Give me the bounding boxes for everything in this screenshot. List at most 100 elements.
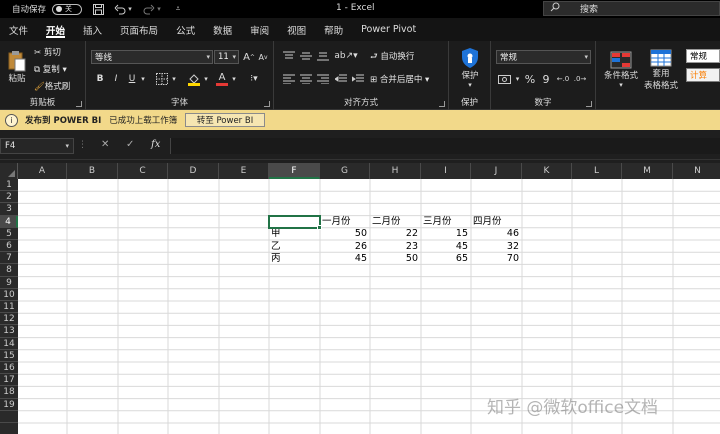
column-header-k[interactable]: K [522,163,572,179]
cut-button[interactable]: ✂ 剪切 [34,46,61,58]
font-size-dropdown[interactable]: 11 ▾ [214,50,239,64]
tab-data[interactable]: 数据 [204,18,241,41]
cell-value[interactable]: 22 [370,228,418,240]
formula-bar-grip[interactable]: ⋮ [78,140,87,150]
cell-row-label[interactable]: 甲 [271,228,281,240]
column-header-b[interactable]: B [67,163,118,179]
protect-button[interactable]: 保护 ▾ [455,45,485,91]
tab-view[interactable]: 视图 [278,18,315,41]
row-header-19[interactable]: 19 [0,398,18,411]
align-middle-icon[interactable] [299,49,313,63]
cell-header-4[interactable]: 四月份 [473,216,502,228]
cell-header-2[interactable]: 二月份 [372,216,401,228]
save-icon[interactable] [92,3,104,15]
undo-icon[interactable] [114,3,126,15]
tab-help[interactable]: 帮助 [315,18,352,41]
decrease-decimal-icon[interactable]: .0→ [573,72,587,86]
font-name-dropdown[interactable]: 等线 ▾ [91,50,213,64]
row-header-12[interactable]: 12 [0,313,18,326]
tab-file[interactable]: 文件 [0,18,37,41]
row-header-1[interactable]: 1 [0,179,18,192]
cell-value[interactable]: 32 [471,241,519,253]
row-header-7[interactable]: 7 [0,252,18,265]
row-header-16[interactable]: 16 [0,362,18,375]
enter-icon[interactable]: ✓ [126,139,134,150]
column-header-d[interactable]: D [168,163,219,179]
fill-handle[interactable] [317,224,322,230]
italic-button[interactable]: I [110,72,122,86]
column-header-n[interactable]: N [673,163,720,179]
chevron-down-icon[interactable]: ▾ [230,72,238,86]
shrink-font-button[interactable]: Av [257,50,269,64]
row-header[interactable] [0,423,18,434]
chevron-down-icon[interactable]: ▾ [139,72,147,86]
cell-value[interactable]: 50 [320,228,367,240]
cell-header-1[interactable]: 一月份 [322,216,351,228]
column-header-a[interactable]: A [18,163,67,179]
clipboard-launcher[interactable] [76,101,82,107]
fill-color-button[interactable] [186,72,202,86]
select-all-button[interactable] [0,163,18,179]
chevron-down-icon[interactable]: ▾ [156,3,162,15]
align-right-icon[interactable] [316,72,330,86]
row-header-18[interactable]: 18 [0,386,18,399]
cell-value[interactable]: 50 [370,253,418,265]
align-bottom-icon[interactable] [316,49,330,63]
alignment-launcher[interactable] [439,101,445,107]
grow-font-button[interactable]: A ^ [243,50,255,64]
percent-button[interactable]: % [524,72,536,86]
column-header-e[interactable]: E [219,163,269,179]
row-header-4[interactable]: 4 [0,215,18,228]
paste-button[interactable]: 粘贴 [4,45,30,89]
cell-value[interactable]: 70 [471,253,519,265]
tab-power-pivot[interactable]: Power Pivot [352,18,425,41]
row-header-5[interactable]: 5 [0,227,18,240]
font-color-button[interactable]: A [214,72,230,86]
row-header-17[interactable]: 17 [0,374,18,387]
cell-value[interactable]: 45 [320,253,367,265]
row-header-8[interactable]: 8 [0,264,18,277]
cell-value[interactable]: 26 [320,241,367,253]
column-header-h[interactable]: H [370,163,421,179]
row-header-9[interactable]: 9 [0,276,18,289]
tab-home[interactable]: 开始 [37,18,74,41]
column-header-g[interactable]: G [320,163,370,179]
tab-page-layout[interactable]: 页面布局 [111,18,167,41]
cell-value[interactable]: 65 [421,253,468,265]
number-format-dropdown[interactable]: 常规 ▾ [496,50,591,64]
row-header-14[interactable]: 14 [0,337,18,350]
spreadsheet-grid[interactable]: ABCDEFGHIJKLMN 1 2 3 4 5 6 7 8 9 10 11 12 13 14 15 16 17… [0,163,720,434]
chevron-down-icon[interactable]: ▾ [514,72,521,86]
font-launcher[interactable] [264,101,270,107]
column-header-c[interactable]: C [118,163,168,179]
cell-row-label[interactable]: 乙 [271,241,281,253]
cell-value[interactable]: 15 [421,228,468,240]
column-header-i[interactable]: I [421,163,471,179]
row-header-10[interactable]: 10 [0,288,18,301]
style-normal[interactable]: 常规 [686,49,720,63]
row-header[interactable] [0,410,18,423]
copy-button[interactable]: ⧉ 复制 ▾ [34,63,67,75]
search-box[interactable]: 搜索 [543,1,720,16]
row-header-15[interactable]: 15 [0,349,18,362]
autosave-toggle[interactable]: 关 [52,3,83,15]
cancel-icon[interactable]: ✕ [101,139,109,150]
row-header-6[interactable]: 6 [0,240,18,253]
tab-review[interactable]: 审阅 [241,18,278,41]
borders-button[interactable] [154,72,170,86]
format-painter-button[interactable]: 🖌格式刷 [34,80,70,92]
align-top-icon[interactable] [282,49,296,63]
wrap-text-button[interactable]: ⮐ 自动换行 [370,50,414,65]
customize-toolbar-icon[interactable]: ⩡ [172,3,184,15]
bold-button[interactable]: B [94,72,106,86]
chevron-down-icon[interactable]: ▾ [127,3,133,15]
number-launcher[interactable] [586,101,592,107]
redo-icon[interactable] [143,3,155,15]
row-header-13[interactable]: 13 [0,325,18,338]
column-header-j[interactable]: J [471,163,522,179]
column-header-l[interactable]: L [572,163,622,179]
cell-row-label[interactable]: 丙 [271,253,281,265]
align-left-icon[interactable] [282,72,296,86]
cell-value[interactable]: 45 [421,241,468,253]
cell-header-3[interactable]: 三月份 [423,216,452,228]
